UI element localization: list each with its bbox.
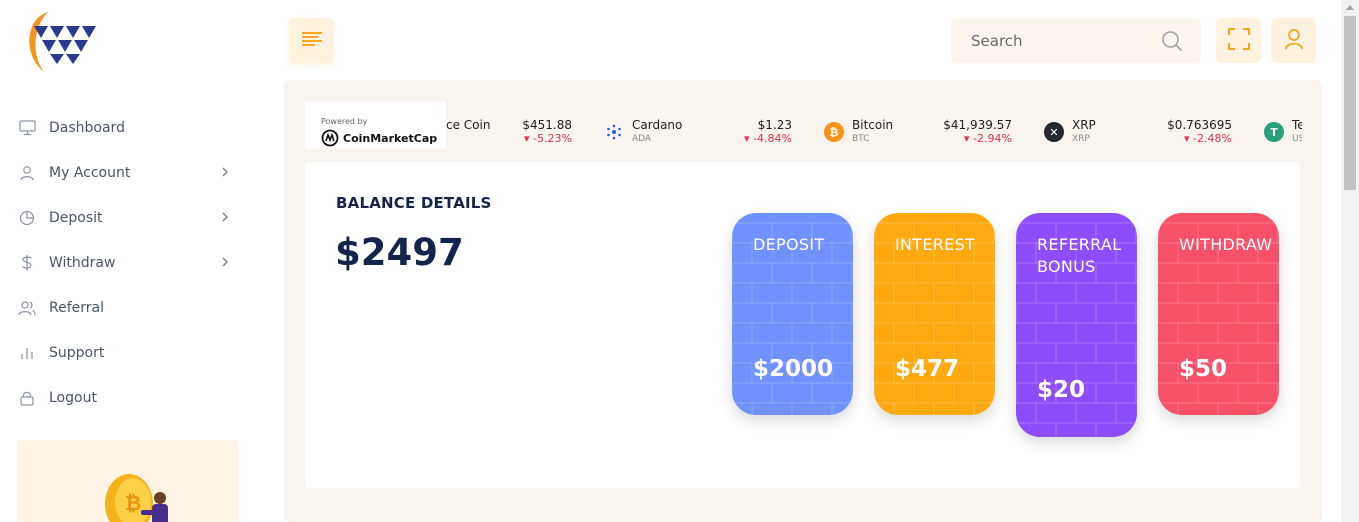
sidebar-item-withdraw[interactable]: Withdraw [18,240,238,285]
sidebar-item-label: My Account [49,164,131,181]
chevron-right-icon [220,209,230,223]
monitor-icon [18,119,36,137]
withdraw-tile[interactable]: WITHDRAW $50 [1158,213,1279,415]
scroll-up-arrow-icon[interactable] [1346,5,1354,10]
sidebar-nav: Dashboard My Account Deposit Withdraw Re… [18,105,238,420]
sidebar-item-label: Dashboard [49,119,125,136]
coin-change: ▾ -2.48% [1184,132,1232,145]
sidebar-item-dashboard[interactable]: Dashboard [18,105,238,150]
bar-chart-icon [18,344,36,362]
coin-change: ▾ -5.23% [524,132,572,145]
coin-price: $41,939.57 [943,118,1012,132]
tile-value: $20 [1037,377,1086,403]
sidebar-item-label: Deposit [49,209,103,226]
coin-price: $1.23 [757,118,792,132]
search-input[interactable] [971,31,1151,50]
sidebar-item-my-account[interactable]: My Account [18,150,238,195]
svg-text:₿: ₿ [125,491,141,515]
coin-price: $0.763695 [1167,118,1232,132]
tether-icon: T [1264,122,1284,142]
tile-label: INTEREST [895,235,976,254]
sidebar-item-label: Logout [49,389,97,406]
brand-logo[interactable] [22,10,106,74]
ticker-attribution[interactable]: Powered by CoinMarketCap [305,101,446,149]
provider-name: CoinMarketCap [321,129,446,147]
powered-by-text: Powered by [321,117,368,126]
menu-toggle-button[interactable] [289,18,334,63]
sidebar-item-support[interactable]: Support [18,330,238,375]
user-icon [1284,28,1304,54]
coin-price: $451.88 [522,118,572,132]
scrollbar-thumb[interactable] [1344,16,1356,190]
provider-label: CoinMarketCap [343,131,438,145]
sidebar-item-label: Support [49,344,105,361]
coin-name: Te [1292,118,1302,132]
ticker-coin[interactable]: Te US [1292,118,1302,148]
sidebar-item-label: Referral [49,299,104,316]
promo-illustration: ₿ [17,440,238,522]
xrp-icon: ✕ [1044,122,1064,142]
sidebar-item-deposit[interactable]: Deposit [18,195,238,240]
sidebar: Dashboard My Account Deposit Withdraw Re… [0,0,255,522]
dollar-icon [18,254,36,272]
chevron-right-icon [220,254,230,268]
page-scrollbar[interactable] [1341,0,1359,522]
hamburger-menu-icon [301,31,323,51]
tile-label: WITHDRAW [1179,235,1273,254]
ticker-coin[interactable]: ce Coin $451.88 ▾ -5.23% [446,118,576,148]
referral-bonus-tile[interactable]: REFERRAL BONUS $20 [1016,213,1137,437]
coinmarketcap-icon [321,129,339,147]
tile-value: $477 [895,356,960,382]
sidebar-item-logout[interactable]: Logout [18,375,238,420]
interest-tile[interactable]: INTEREST $477 [874,213,995,415]
search-box [951,18,1201,63]
sidebar-item-referral[interactable]: Referral [18,285,238,330]
search-icon[interactable] [1161,30,1183,56]
ticker-coin[interactable]: XRP XRP $0.763695 ▾ -2.48% [1072,118,1236,148]
pie-chart-icon [18,209,36,227]
users-icon [18,299,36,317]
ticker-coin[interactable]: Cardano ADA $1.23 ▾ -4.84% [632,118,796,148]
fullscreen-icon [1227,27,1250,54]
user-icon [18,164,36,182]
tile-label: REFERRAL BONUS [1037,235,1122,276]
tile-label: DEPOSIT [753,235,825,254]
bitcoin-icon: ₿ [824,122,844,142]
fullscreen-button[interactable] [1216,18,1261,63]
cardano-icon [604,122,624,142]
coin-change: ▾ -2.94% [964,132,1012,145]
coin-symbol: US [1292,134,1302,144]
sidebar-item-label: Withdraw [49,254,116,271]
deposit-tile[interactable]: DEPOSIT $2000 [732,213,853,415]
coin-change: ▾ -4.84% [744,132,792,145]
balance-amount: $2497 [335,231,464,274]
lock-icon [18,389,36,407]
profile-button[interactable] [1271,18,1316,63]
ticker-coin[interactable]: Bitcoin BTC $41,939.57 ▾ -2.94% [852,118,1016,148]
tile-value: $2000 [753,356,834,382]
chevron-right-icon [220,164,230,178]
tile-value: $50 [1179,356,1228,382]
balance-title: BALANCE DETAILS [336,194,492,212]
